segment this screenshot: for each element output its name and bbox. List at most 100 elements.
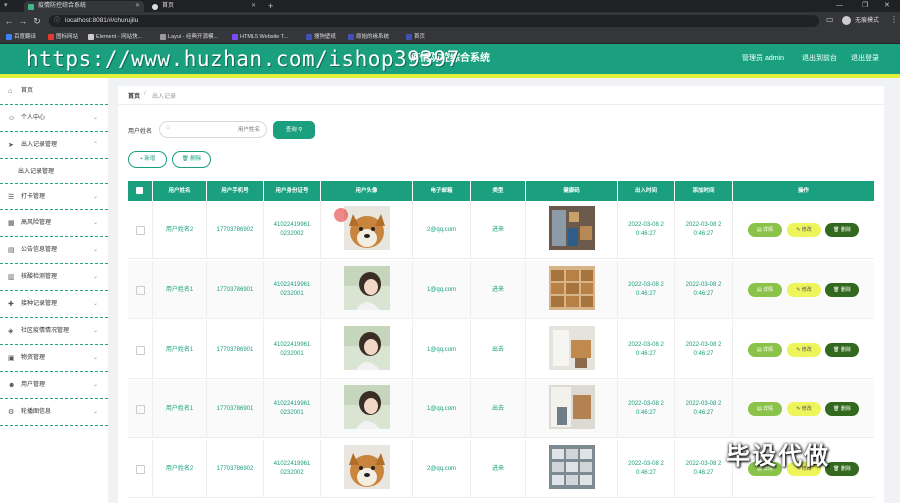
sidebar-item-home[interactable]: ⌂ 首页 bbox=[0, 78, 108, 105]
select-all-checkbox[interactable] bbox=[136, 187, 143, 194]
delete-button[interactable]: 🗑 删除 bbox=[825, 283, 859, 297]
breadcrumb-home[interactable]: 首页 bbox=[128, 91, 140, 100]
row-checkbox[interactable] bbox=[135, 225, 145, 235]
chevron-down-icon: ⌄ bbox=[92, 355, 98, 361]
bookmark-item[interactable]: Layui - 经典开源模... bbox=[160, 32, 218, 42]
row-checkbox[interactable] bbox=[135, 464, 145, 474]
search-text-field[interactable] bbox=[174, 124, 260, 135]
chevron-down-icon: ⌄ bbox=[92, 115, 98, 121]
sidebar-item-access-records[interactable]: ➤ 出入记录管理 ⌃ bbox=[0, 132, 108, 159]
browser-tab-active[interactable]: 疫情防控综合系统 ✕ bbox=[24, 1, 144, 12]
goto-frontend-link[interactable]: 退出到前台 bbox=[802, 44, 837, 74]
admin-user-label: 管理员 admin bbox=[742, 55, 785, 62]
sidebar-item-users[interactable]: ☻ 用户管理 ⌄ bbox=[0, 372, 108, 399]
bookmark-item[interactable]: 搜狗壁纸 bbox=[306, 32, 336, 42]
cell-name: 用户姓名1 bbox=[153, 321, 207, 379]
reload-icon[interactable]: ↻ bbox=[32, 15, 42, 27]
sidebar-subitem-access-records[interactable]: 出入记录管理 bbox=[0, 159, 108, 186]
search-label: 用户姓名 bbox=[128, 129, 153, 135]
sidebar-item-high-risk[interactable]: ▦ 高风险管理 ⌄ bbox=[0, 210, 108, 237]
header-accent-bar bbox=[0, 74, 900, 78]
cell-access-time: 2022-03-08 2 0:46:27 bbox=[618, 380, 675, 438]
logout-link[interactable]: 退出登录 bbox=[851, 44, 879, 74]
sidebar-item-nucleic-test[interactable]: ▥ 核酸检测管理 ⌄ bbox=[0, 264, 108, 291]
select-all-cell bbox=[128, 181, 153, 201]
bookmark-item[interactable]: Element - 网站快... bbox=[88, 32, 142, 42]
more-menu-icon[interactable]: ⋮ bbox=[890, 15, 898, 24]
edit-button[interactable]: ✎ 修改 bbox=[787, 343, 821, 357]
row-checkbox[interactable] bbox=[135, 345, 145, 355]
bookmark-item[interactable]: 首页 bbox=[406, 32, 425, 42]
delete-button[interactable]: 🗑 删除 bbox=[825, 343, 859, 357]
col-header-email: 电子邮箱 bbox=[413, 181, 471, 201]
browser-tab[interactable]: 首页 ✕ bbox=[148, 1, 260, 12]
search-input[interactable]: ☺ bbox=[159, 121, 267, 138]
detail-button[interactable]: ▤ 详情 bbox=[748, 283, 782, 297]
cell-idcard: 41022419961 0232001 bbox=[264, 321, 321, 379]
cell-idcard: 41022419961 0232002 bbox=[264, 201, 321, 259]
delete-button[interactable]: 🗑 删除 bbox=[825, 462, 859, 476]
cell-add-time: 2022-03-08 2 0:46:27 bbox=[675, 380, 733, 438]
sidebar-item-personal[interactable]: ☺ 个人中心 ⌄ bbox=[0, 105, 108, 132]
bookmark-favicon-icon bbox=[88, 34, 94, 40]
avatar bbox=[343, 445, 390, 493]
row-select-cell bbox=[128, 321, 153, 379]
back-icon[interactable]: ← bbox=[4, 15, 14, 27]
search-button[interactable]: 查询 ⚲ bbox=[273, 121, 315, 139]
cell-actions: ▤ 详情 ✎ 修改 🗑 删除 bbox=[733, 201, 874, 259]
table-row: 用户姓名2 17703786902 41022419961 0232002 2@qq.… bbox=[128, 201, 874, 259]
inject-icon: ✚ bbox=[8, 301, 14, 308]
cell-add-time: 2022-03-08 2 0:46:27 bbox=[675, 321, 733, 379]
row-checkbox[interactable] bbox=[135, 404, 145, 414]
cell-type: 进来 bbox=[471, 440, 526, 498]
chevron-down-icon: ⌄ bbox=[92, 328, 98, 334]
cell-phone: 17703786902 bbox=[207, 440, 264, 498]
sidebar-item-supplies[interactable]: ▣ 物资管理 ⌄ bbox=[0, 345, 108, 372]
close-tab-icon[interactable]: ✕ bbox=[251, 1, 256, 12]
incognito-icon[interactable] bbox=[842, 16, 851, 25]
tab-menu-icon[interactable]: ▾ bbox=[4, 1, 8, 9]
sidebar-item-checkin[interactable]: ☰ 打卡管理 ⌄ bbox=[0, 183, 108, 210]
cell-type: 出去 bbox=[471, 321, 526, 379]
sidebar-item-carousel[interactable]: ⚙ 轮播图信息 ⌄ bbox=[0, 399, 108, 426]
close-window-icon[interactable]: ✕ bbox=[884, 0, 890, 12]
delete-button[interactable]: 🗑 删除 bbox=[825, 223, 859, 237]
row-checkbox[interactable] bbox=[135, 285, 145, 295]
restore-icon[interactable]: ❐ bbox=[862, 0, 868, 12]
trash-icon: 🗑 bbox=[833, 406, 840, 412]
edit-button[interactable]: ✎ 修改 bbox=[787, 402, 821, 416]
bookmark-item[interactable]: 原始的缘系统 bbox=[348, 32, 389, 42]
detail-button[interactable]: ▤ 详情 bbox=[748, 402, 782, 416]
sidebar-item-vaccination[interactable]: ✚ 接种记录管理 ⌄ bbox=[0, 291, 108, 318]
minimize-icon[interactable]: — bbox=[836, 0, 843, 12]
cell-email: 2@qq.com bbox=[413, 440, 471, 498]
edit-icon: ✎ bbox=[796, 406, 801, 412]
new-tab-icon[interactable]: + bbox=[268, 0, 273, 12]
delete-button[interactable]: 🗑 删除 bbox=[825, 402, 859, 416]
trash-icon: 🗑 bbox=[833, 347, 840, 353]
close-tab-icon[interactable]: ✕ bbox=[135, 1, 140, 12]
cell-actions: ▤ 详情 ✎ 修改 🗑 删除 bbox=[733, 261, 874, 319]
sidebar-item-notices[interactable]: ▤ 公告信息管理 ⌄ bbox=[0, 237, 108, 264]
chevron-down-icon: ⌄ bbox=[92, 194, 98, 200]
box-icon: ▣ bbox=[8, 355, 15, 362]
cell-type: 进来 bbox=[471, 201, 526, 259]
url-input[interactable]: ⓘ localhost:8081/#/churujilu bbox=[49, 15, 819, 27]
bookmark-item[interactable]: HTML5 Website T... bbox=[232, 32, 288, 42]
chevron-down-icon: ⌄ bbox=[92, 247, 98, 253]
cell-phone: 17703786901 bbox=[207, 321, 264, 379]
edit-button[interactable]: ✎ 修改 bbox=[787, 283, 821, 297]
bookmark-item[interactable]: 图标网站 bbox=[48, 32, 78, 42]
edit-button[interactable]: ✎ 修改 bbox=[787, 223, 821, 237]
browser-tab-label: 首页 bbox=[162, 3, 175, 9]
bookmark-item[interactable]: 百度翻译 bbox=[6, 32, 36, 42]
detail-button[interactable]: ▤ 详情 bbox=[748, 223, 782, 237]
extension-icon[interactable]: ▭ bbox=[826, 15, 834, 24]
add-button[interactable]: + 新增 bbox=[128, 151, 167, 168]
community-icon: ◈ bbox=[8, 328, 14, 335]
batch-delete-button[interactable]: 🗑 删除 bbox=[172, 151, 211, 168]
forward-icon[interactable]: → bbox=[18, 15, 28, 27]
sidebar-item-community[interactable]: ◈ 社区疫情情况管理 ⌄ bbox=[0, 318, 108, 345]
detail-button[interactable]: ▤ 详情 bbox=[748, 343, 782, 357]
breadcrumb: 首页 / 出入记录 bbox=[118, 86, 884, 105]
